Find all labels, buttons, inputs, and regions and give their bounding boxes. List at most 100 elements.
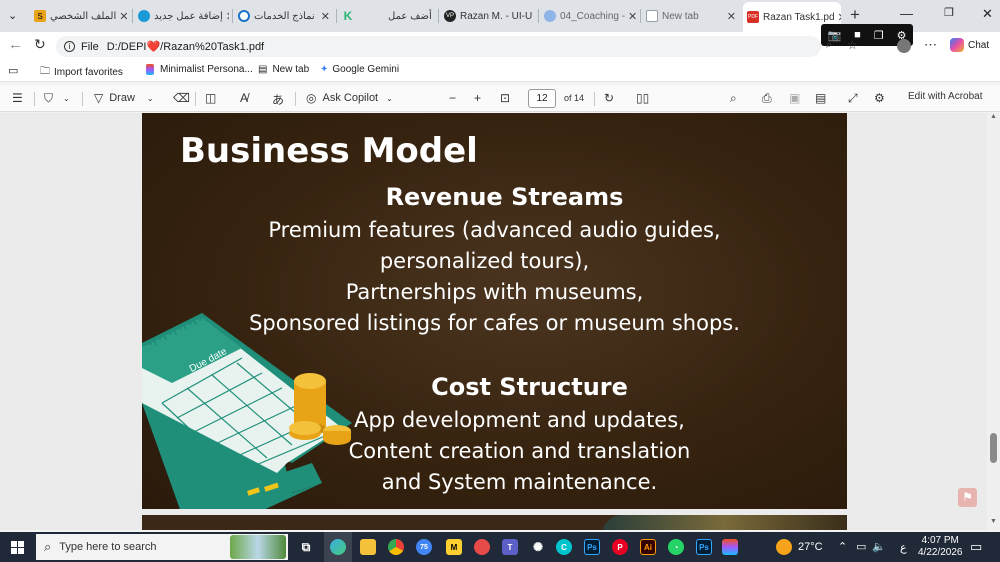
zoom-icon[interactable]: ⌕ [826, 39, 832, 52]
zoom-in-icon[interactable]: + [474, 91, 481, 105]
k-tab-icon: K [343, 9, 353, 23]
tab-actions-button[interactable]: ⌄ [8, 9, 17, 22]
file-explorer-icon[interactable] [360, 539, 376, 555]
rotate-icon[interactable]: ↻ [604, 91, 614, 105]
search-icon[interactable]: ⌕ [730, 91, 737, 106]
favorite-import[interactable]: 🗀 Import favorites [40, 64, 123, 81]
tab-new-tab[interactable]: New tab ✕ [642, 4, 740, 28]
chrome-icon[interactable] [388, 539, 404, 555]
save-as-icon[interactable]: ▤ [815, 91, 826, 105]
favorite-gemini[interactable]: ✦ Google Gemini [320, 64, 399, 75]
close-icon[interactable]: ✕ [724, 10, 736, 23]
figma-app-icon[interactable] [722, 539, 738, 555]
teams-icon[interactable]: T [502, 539, 518, 555]
tray-chevron-icon[interactable]: ⌃ [838, 540, 847, 553]
contents-icon[interactable]: ☰ [12, 91, 23, 105]
taskbar-search-input[interactable]: ⌕ Type here to search [36, 534, 288, 560]
two-page-icon[interactable]: ▯▯ [636, 91, 649, 105]
task-view-icon[interactable]: ⧉ [298, 539, 314, 555]
close-icon[interactable]: ✕ [532, 10, 536, 23]
zoom-out-icon[interactable]: − [449, 91, 456, 105]
highlight-icon[interactable]: ⛉ ⌄ [44, 91, 70, 106]
revenue-line: Premium features (advanced audio guides, [268, 218, 721, 242]
photoshop-2-icon[interactable]: Ps [696, 539, 712, 555]
miro-icon[interactable]: M [446, 539, 462, 555]
minimize-icon[interactable]: — [900, 6, 913, 21]
tab-profile[interactable]: S الملف الشخصي ✕ [30, 4, 130, 28]
tab-razan-ui[interactable]: VP Razan M. - UI-U ✕ [440, 4, 536, 28]
tab-coaching[interactable]: 04_Coaching - ✕ [540, 4, 638, 28]
close-icon[interactable]: ✕ [835, 11, 841, 24]
page-view-icon[interactable]: ◫ [205, 91, 216, 105]
profile-avatar[interactable] [897, 39, 911, 53]
read-aloud-icon[interactable]: A̸ [240, 91, 248, 105]
edit-with-acrobat-button[interactable]: Edit with Acrobat [908, 91, 982, 102]
erase-icon[interactable]: ⌫ [173, 91, 190, 105]
scroll-thumb[interactable] [990, 433, 997, 463]
tab-service-templates[interactable]: نماذج الخدمات ✕ [234, 4, 334, 28]
scroll-up-arrow[interactable]: ▲ [990, 113, 997, 120]
chat-label: Chat [968, 39, 990, 51]
photoshop-icon[interactable]: Ps [584, 539, 600, 555]
start-icon[interactable] [11, 541, 24, 554]
acrobat-icon[interactable]: ⚑ [958, 488, 977, 507]
close-icon[interactable]: ✕ [116, 10, 128, 23]
draw-button[interactable]: ▽ Draw ⌄ [94, 91, 154, 105]
pdf-page-slide: Business Model Revenue Streams Premium f… [142, 113, 847, 509]
ask-copilot-button[interactable]: ◎ Ask Copilot ⌄ [306, 91, 393, 105]
more-menu-icon[interactable]: ⋯ [924, 37, 937, 53]
tab-add-job[interactable]: K أضف عمل ✕ [338, 4, 436, 28]
copilot-chat-button[interactable]: Chat [950, 38, 989, 52]
collections-icon[interactable]: ▭ [8, 64, 18, 77]
tab-add-work[interactable]: إضافة عمل جديد ✕ [134, 4, 229, 28]
favorite-minimalist[interactable]: Minimalist Persona... [146, 64, 253, 75]
illustrator-icon[interactable]: Ai [640, 539, 656, 555]
print-icon[interactable]: ⎙ [762, 91, 772, 106]
url-scheme: File [81, 40, 99, 53]
close-icon[interactable]: ✕ [432, 10, 436, 23]
pdf-viewer[interactable]: Business Model Revenue Streams Premium f… [0, 113, 1000, 530]
gemini-icon: ✦ [320, 64, 329, 75]
close-icon[interactable]: ✕ [223, 10, 229, 23]
window-icon[interactable]: ❐ [874, 29, 884, 42]
input-language[interactable]: ع [900, 541, 907, 554]
chrome-badge-icon[interactable]: 75 [416, 539, 432, 555]
refresh-icon[interactable]: ↻ [34, 36, 46, 53]
favorite-label: Google Gemini [332, 64, 400, 75]
fit-page-icon[interactable]: ⊡ [500, 91, 510, 105]
revenue-line: Partnerships with museums, [345, 280, 644, 304]
fullscreen-icon[interactable]: ⤢ [848, 91, 858, 106]
volume-icon[interactable]: 🔈 [872, 540, 886, 553]
close-icon[interactable]: ✕ [625, 10, 637, 23]
translate-icon[interactable]: あ [272, 91, 284, 108]
maximize-icon[interactable]: ❐ [944, 6, 954, 19]
museum-image [602, 515, 847, 530]
window-close-icon[interactable]: ✕ [982, 6, 993, 22]
weather-temp[interactable]: 27°C [798, 541, 823, 553]
pinterest-icon[interactable]: P [612, 539, 628, 555]
cost-line: App development and updates, [354, 408, 685, 432]
cost-line: Content creation and translation [348, 439, 691, 463]
scroll-down-arrow[interactable]: ▼ [990, 518, 997, 525]
network-icon[interactable]: ▭ [856, 540, 866, 553]
clock[interactable]: 4:07 PM 4/22/2026 [918, 535, 963, 559]
back-icon[interactable]: ← [8, 36, 23, 53]
whatsapp-icon[interactable]: ◔ [668, 539, 684, 555]
url-field[interactable]: i File D:/DEPI❤️/Razan%20Task1.pdf [56, 36, 821, 57]
favorite-label: Import favorites [54, 67, 123, 78]
close-icon[interactable]: ✕ [318, 10, 330, 23]
page-number-input[interactable]: 12 [528, 89, 556, 108]
pdf-settings-icon[interactable]: ⚙ [874, 91, 885, 105]
weather-icon[interactable] [776, 539, 792, 555]
favorites-star-icon[interactable]: ☆ [847, 38, 858, 52]
canva-icon[interactable]: C [556, 539, 572, 555]
vertical-scrollbar[interactable]: ▲ ▼ [987, 113, 1000, 530]
character-app-icon[interactable] [474, 539, 490, 555]
url-path: D:/DEPI❤️/Razan%20Task1.pdf [106, 41, 265, 53]
page-tab-icon [646, 10, 658, 22]
favorite-new-tab[interactable]: ▤ New tab [258, 64, 309, 75]
new-tab-button[interactable]: + [850, 5, 860, 25]
chatgpt-icon[interactable]: ✺ [530, 539, 546, 555]
notifications-icon[interactable]: ▭ [970, 539, 982, 555]
save-icon[interactable]: ▣ [789, 91, 800, 105]
